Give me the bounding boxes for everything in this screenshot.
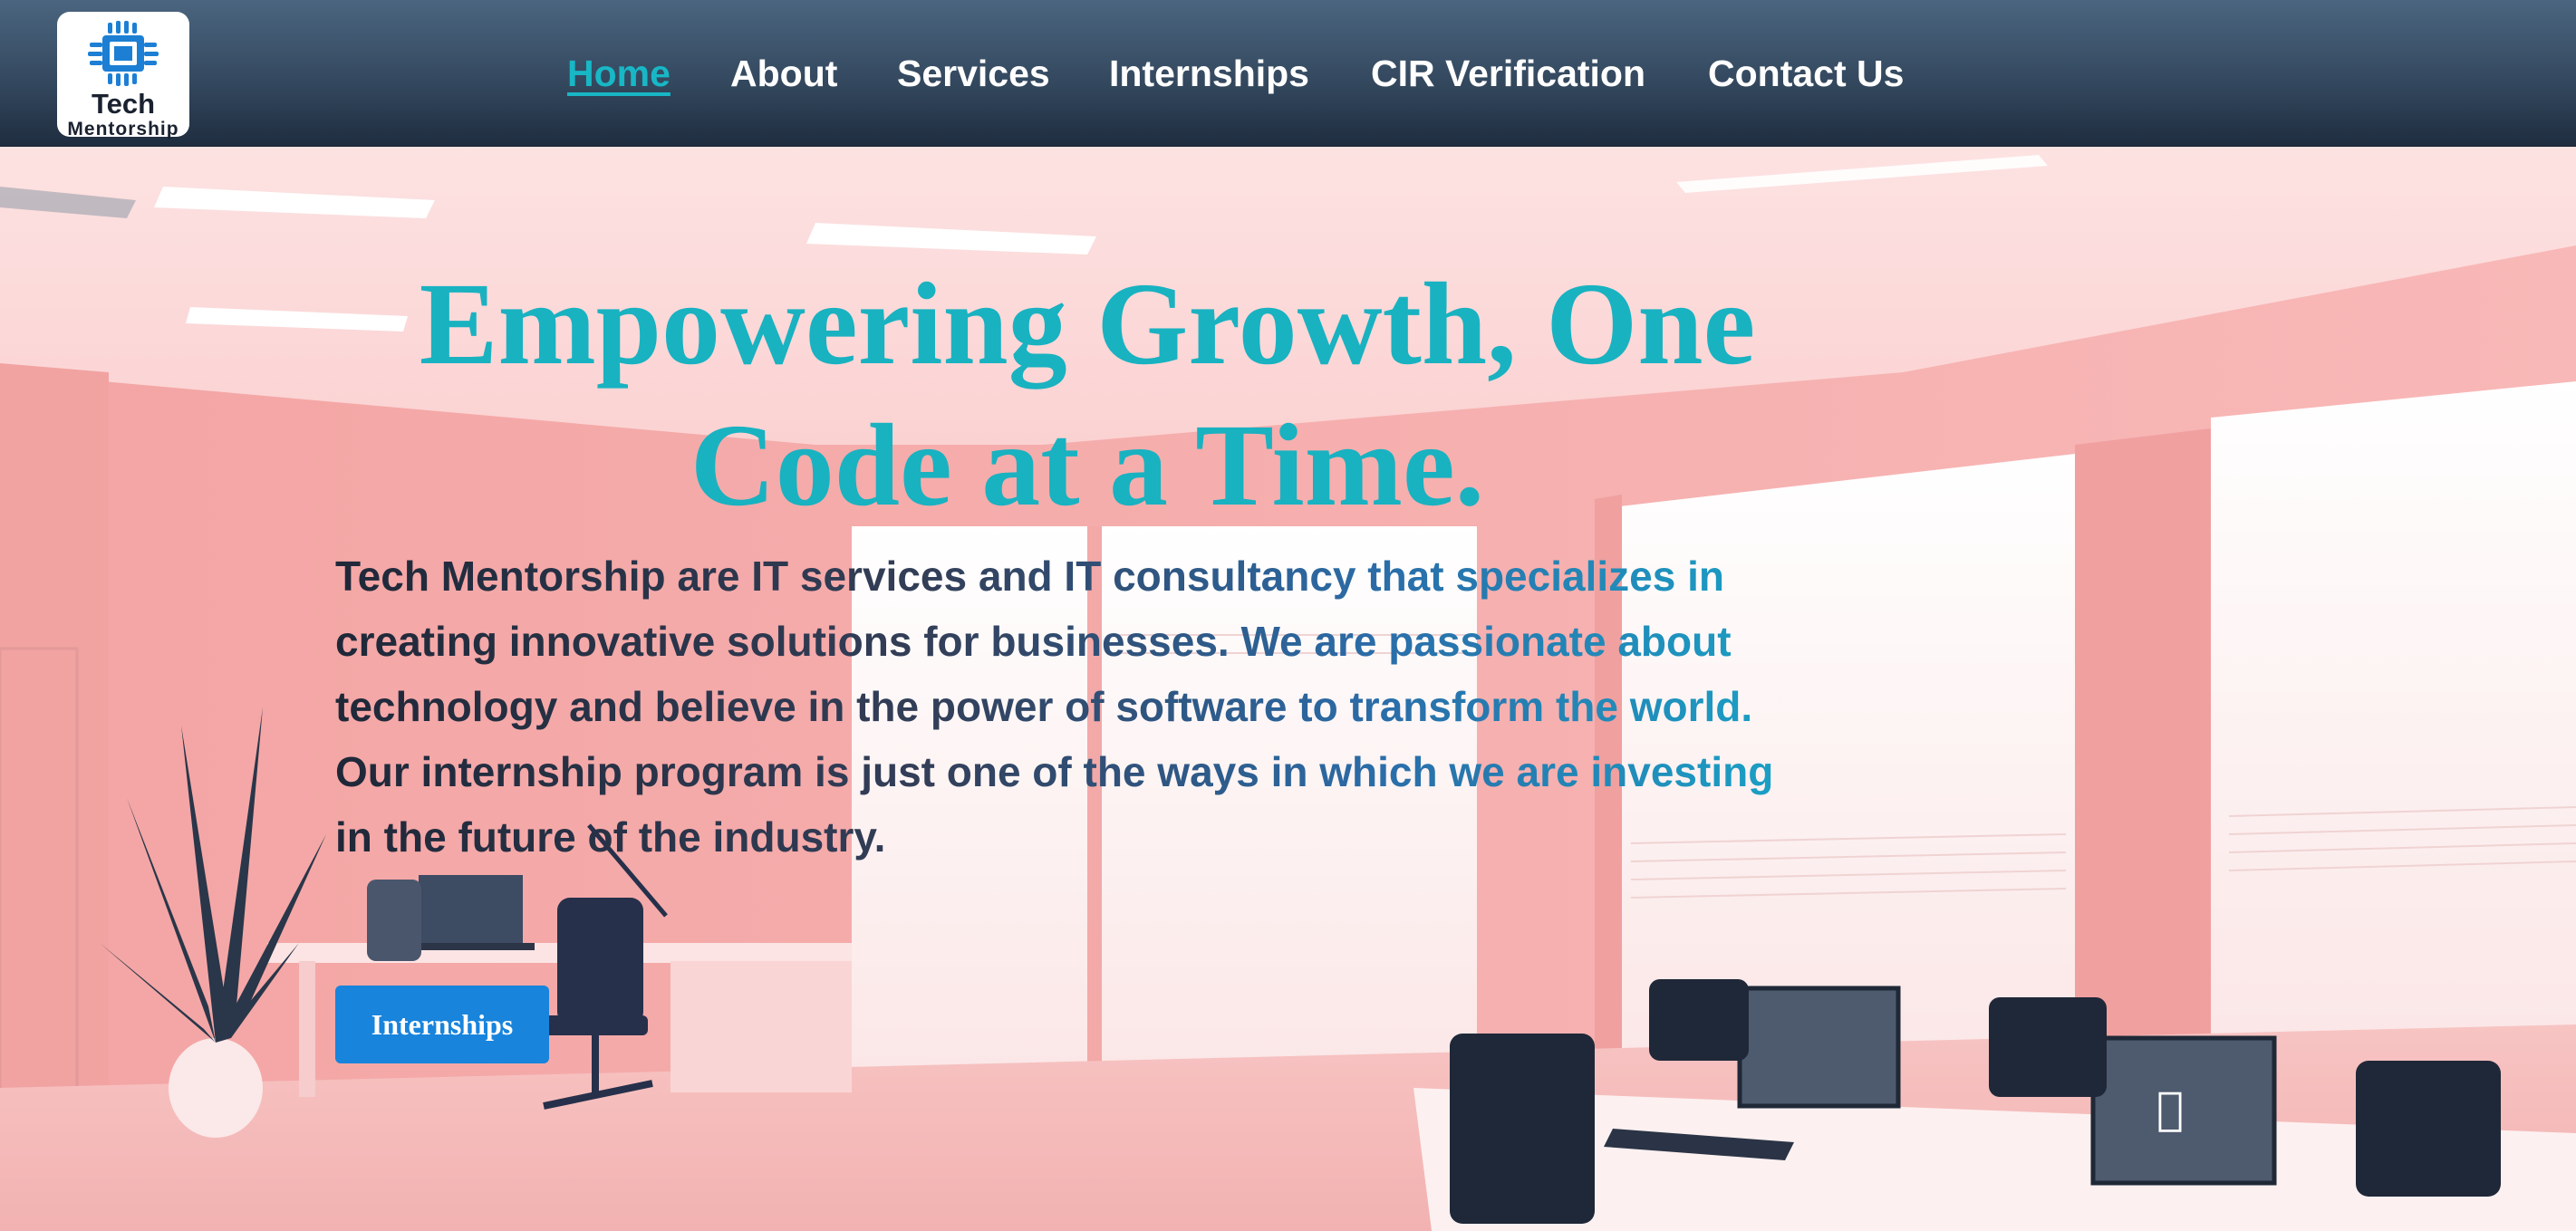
headline-line-2: Code at a Time. xyxy=(690,400,1485,531)
logo-text-mentorship: Mentorship xyxy=(67,119,179,139)
internships-button[interactable]: Internships xyxy=(335,986,549,1063)
nav-link-cir-verification[interactable]: CIR Verification xyxy=(1371,53,1645,95)
logo-text-tech: Tech xyxy=(91,88,156,120)
hero-intro-paragraph: Tech Mentorship are IT services and IT c… xyxy=(335,543,1821,870)
brand-logo[interactable]: Tech Mentorship xyxy=(57,12,189,139)
cpu-chip-icon xyxy=(88,21,159,86)
top-navigation-bar: Tech Mentorship Home About Services Inte… xyxy=(0,0,2576,147)
headline-line-1: Empowering Growth, One xyxy=(419,259,1756,389)
svg-text::  xyxy=(2156,1082,2184,1135)
hero-headline: Empowering Growth, One Code at a Time. xyxy=(344,254,1830,536)
nav-link-internships[interactable]: Internships xyxy=(1109,53,1309,95)
nav-link-services[interactable]: Services xyxy=(897,53,1050,95)
nav-link-home[interactable]: Home xyxy=(567,53,671,95)
nav-link-contact-us[interactable]: Contact Us xyxy=(1708,53,1904,95)
nav-link-about[interactable]: About xyxy=(730,53,837,95)
hero-section:  Empowering Growth, One Code at a Time.… xyxy=(0,146,2576,1231)
